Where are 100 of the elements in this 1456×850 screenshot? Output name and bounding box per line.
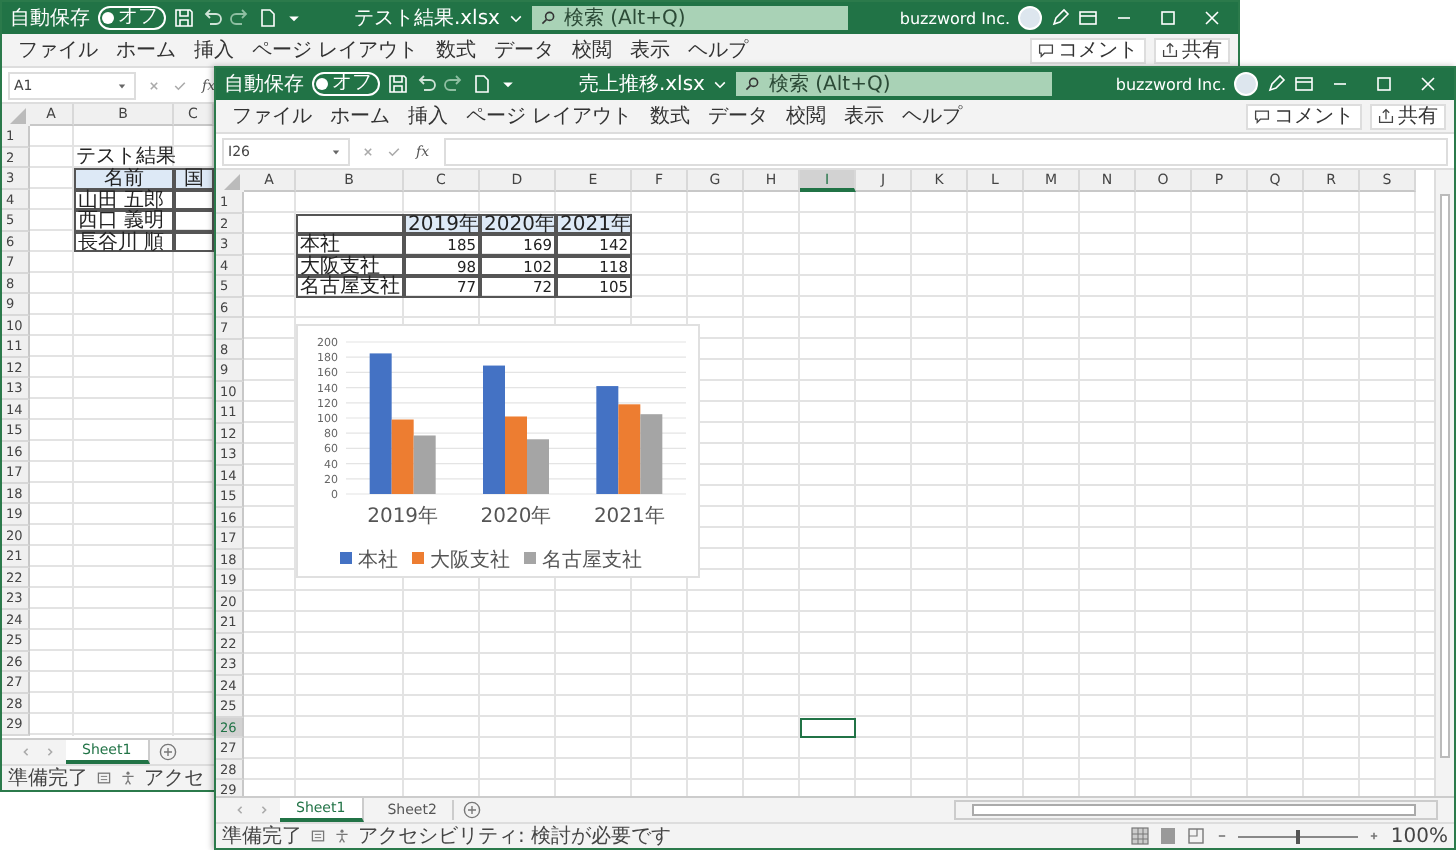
ribbon-tab[interactable]: 校閲 — [564, 39, 621, 61]
table-header-cell: 国 — [174, 168, 214, 189]
ribbon-tab[interactable]: 校閲 — [778, 105, 835, 127]
ribbon-tab[interactable]: ページ レイアウト — [458, 105, 641, 127]
search-field[interactable]: 検索 (Alt+Q) — [736, 72, 1053, 96]
save-icon[interactable] — [388, 74, 408, 94]
account-name[interactable]: buzzword Inc. — [899, 7, 1011, 29]
table-cell — [174, 231, 214, 252]
accessibility-status[interactable]: アクセシビリティ: 検討が必要です — [358, 825, 672, 847]
table-cell: 名古屋支社 — [296, 276, 404, 297]
macro-icon[interactable] — [310, 828, 326, 844]
table-header-cell: 2020年 — [480, 213, 556, 234]
table-header-cell: 名前 — [74, 168, 174, 189]
table-cell: 西口 義明 — [74, 210, 174, 231]
page-layout-icon[interactable] — [1158, 826, 1179, 846]
ribbon-tab[interactable]: ファイル — [10, 39, 106, 61]
zoom-slider-thumb[interactable] — [1296, 829, 1301, 843]
add-sheet-icon[interactable] — [157, 742, 178, 762]
undo-icon[interactable] — [416, 74, 436, 94]
vertical-scrollbar[interactable] — [1434, 170, 1454, 796]
table-cell — [174, 210, 214, 231]
accessibility-icon[interactable] — [120, 770, 136, 786]
window-title: 売上推移.xlsx — [578, 73, 705, 95]
zoom-level[interactable]: 100% — [1390, 825, 1448, 847]
caret-icon[interactable] — [500, 76, 516, 92]
zoom-in-icon[interactable] — [1366, 828, 1383, 844]
check-icon[interactable] — [172, 77, 188, 93]
comment-button[interactable]: コメント — [1030, 37, 1146, 63]
ribbon-tab[interactable]: 表示 — [836, 105, 893, 127]
ribbon-tab[interactable]: ヘルプ — [894, 105, 971, 127]
autosave-toggle[interactable]: オフ — [312, 72, 380, 96]
maximize-icon[interactable] — [1158, 8, 1179, 28]
comment-button[interactable]: コメント — [1246, 103, 1362, 129]
undo-icon[interactable] — [202, 8, 222, 28]
maximize-icon[interactable] — [1374, 74, 1395, 94]
ribbon-tab[interactable]: データ — [700, 105, 777, 127]
accessibility-status[interactable]: アクセ — [144, 767, 204, 789]
ribbon-tab[interactable]: 表示 — [622, 39, 679, 61]
redo-icon[interactable] — [230, 8, 250, 28]
table-header-cell: 2021年 — [556, 213, 632, 234]
ribbon-tab[interactable]: ホーム — [322, 105, 398, 127]
macro-icon[interactable] — [96, 770, 112, 786]
formula-field[interactable] — [443, 137, 1448, 165]
pen-icon[interactable] — [1266, 74, 1287, 94]
table-cell — [296, 213, 404, 234]
ribbon-tab[interactable]: ヘルプ — [680, 39, 757, 61]
comment-icon — [1038, 42, 1054, 58]
axis-category-label: 2021年 — [593, 506, 665, 528]
search-field[interactable]: 検索 (Alt+Q) — [531, 6, 848, 30]
check-icon[interactable] — [386, 143, 402, 159]
share-icon — [1162, 42, 1178, 58]
search-icon — [744, 76, 761, 92]
comment-icon — [1254, 108, 1270, 124]
autosave-toggle[interactable]: オフ — [98, 6, 166, 30]
document-icon[interactable] — [258, 8, 278, 28]
chevron-icon[interactable] — [712, 76, 729, 92]
legend-label: 本社 — [358, 550, 398, 572]
document-icon[interactable] — [472, 74, 492, 94]
page-break-preview-icon[interactable] — [1186, 826, 1207, 846]
axis-category-label: 2020年 — [480, 506, 552, 528]
pen-icon[interactable] — [1050, 8, 1071, 28]
ribbon-display-icon[interactable] — [1294, 74, 1315, 94]
legend-label: 大阪支社 — [430, 550, 510, 572]
ribbon-tab[interactable]: 数式 — [642, 105, 699, 127]
active-cell — [800, 717, 856, 738]
ribbon-tab[interactable]: ファイル — [224, 105, 320, 127]
avatar[interactable] — [1234, 72, 1259, 96]
table-cell — [174, 189, 214, 210]
axis-category-label: 2019年 — [367, 506, 439, 528]
window-title: テスト結果.xlsx — [353, 7, 500, 29]
table-cell: 本社 — [296, 234, 404, 255]
sheet-title: テスト結果 — [74, 147, 174, 168]
ribbon-tab[interactable]: 数式 — [428, 39, 485, 61]
cancel-icon[interactable] — [360, 143, 376, 159]
caret-icon[interactable] — [286, 10, 302, 26]
close-icon[interactable] — [1202, 8, 1223, 28]
horizontal-scrollbar[interactable] — [954, 800, 1438, 820]
accessibility-icon[interactable] — [334, 828, 350, 844]
share-button[interactable]: 共有 — [1370, 103, 1446, 129]
ribbon-tab[interactable]: 挿入 — [186, 39, 242, 61]
redo-icon[interactable] — [444, 74, 464, 94]
cancel-icon[interactable] — [146, 77, 162, 93]
table-cell: 大阪支社 — [296, 255, 404, 276]
share-button[interactable]: 共有 — [1154, 37, 1230, 63]
save-icon[interactable] — [174, 8, 194, 28]
ribbon-tab[interactable]: ページ レイアウト — [244, 39, 427, 61]
avatar[interactable] — [1018, 6, 1043, 30]
ribbon-tab[interactable]: データ — [486, 39, 563, 61]
status-text: 準備完了 — [222, 825, 302, 847]
chevron-icon[interactable] — [507, 10, 524, 26]
normal-view-icon[interactable] — [1130, 826, 1151, 846]
search-icon — [539, 10, 556, 26]
ribbon-display-icon[interactable] — [1078, 8, 1099, 28]
ribbon-tab[interactable]: 挿入 — [400, 105, 456, 127]
ribbon-tab[interactable]: ホーム — [108, 39, 184, 61]
close-icon[interactable] — [1418, 74, 1439, 94]
table-cell: 山田 五郎 — [74, 189, 174, 210]
table-cell: 長谷川 順 — [74, 231, 174, 252]
account-name[interactable]: buzzword Inc. — [1115, 73, 1227, 95]
add-sheet-icon[interactable] — [462, 800, 483, 820]
